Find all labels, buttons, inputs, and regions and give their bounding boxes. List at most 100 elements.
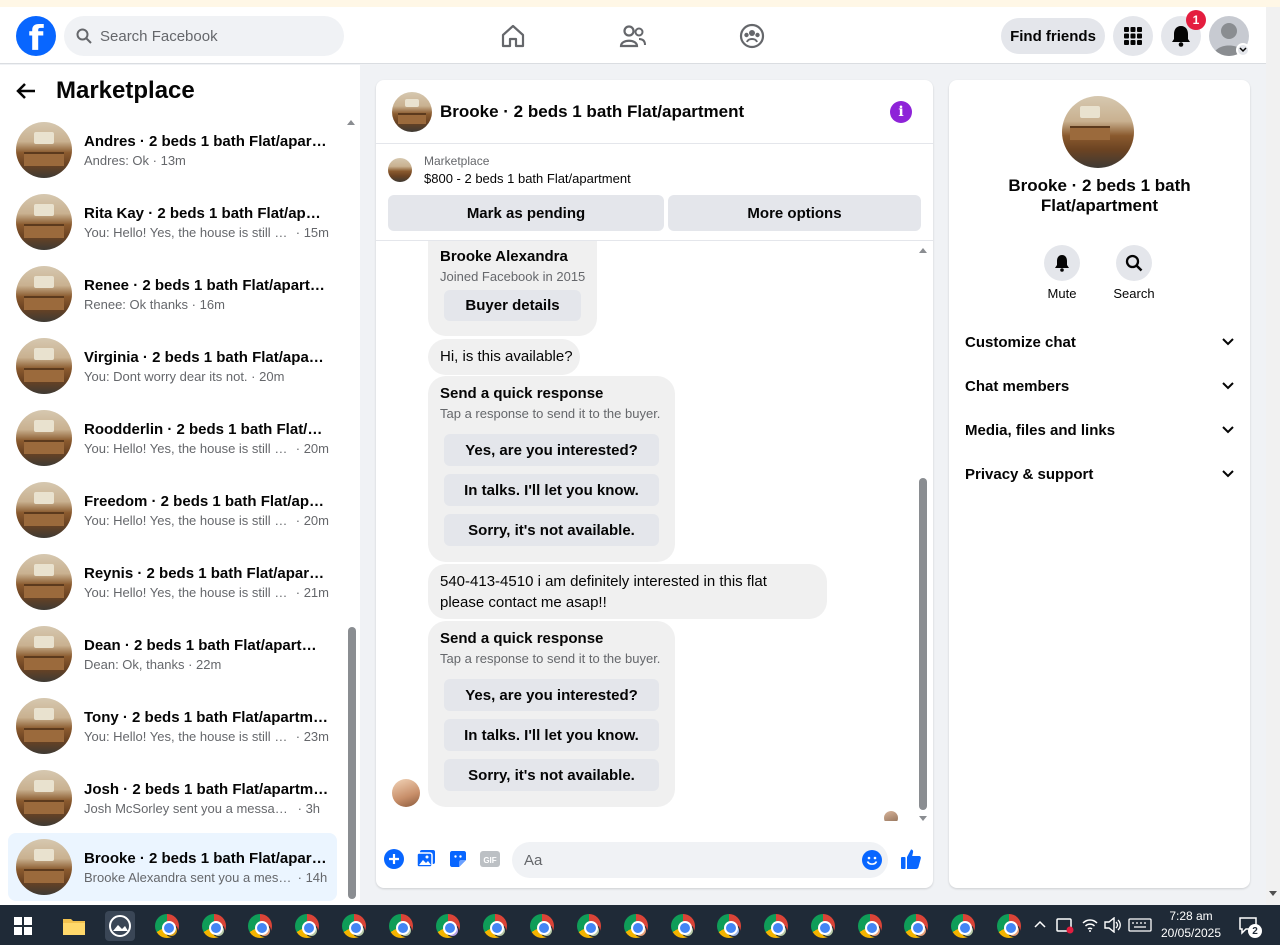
conversation-item[interactable]: Roodderlin · 2 beds 1 bath Flat/apartmen… xyxy=(8,404,337,472)
home-icon[interactable] xyxy=(493,19,533,53)
buyer-details-button[interactable]: Buyer details xyxy=(444,290,581,321)
page-scrollbar[interactable] xyxy=(1266,7,1280,905)
chrome-icon[interactable] xyxy=(994,911,1024,941)
chrome-icon[interactable] xyxy=(808,911,838,941)
conversation-item-active[interactable]: Brooke · 2 beds 1 bath Flat/apartment Bro… xyxy=(8,833,337,901)
chat-title[interactable]: Brooke · 2 beds 1 bath Flat/apartment xyxy=(440,102,744,122)
conversation-item[interactable]: Tony · 2 beds 1 bath Flat/apartment You: … xyxy=(8,692,337,760)
facebook-logo[interactable]: f xyxy=(16,16,56,56)
chrome-icon[interactable] xyxy=(901,911,931,941)
plus-circle-icon[interactable] xyxy=(383,848,405,870)
listing-mini-thumbnail xyxy=(388,158,412,182)
quick-reply-not-available[interactable]: Sorry, it's not available. xyxy=(444,514,659,546)
conversation-item[interactable]: Andres · 2 beds 1 bath Flat/apartment And… xyxy=(8,116,337,184)
chrome-icon[interactable] xyxy=(199,911,229,941)
account-chevron-icon[interactable] xyxy=(1236,43,1250,57)
chat-members-section[interactable]: Chat members xyxy=(965,374,1234,398)
quick-reply-in-talks[interactable]: In talks. I'll let you know. xyxy=(444,719,659,751)
chrome-icon[interactable] xyxy=(386,911,416,941)
mute-button[interactable]: Mute xyxy=(1032,245,1092,301)
message-bubble: 540-413-4510 i am definitely interested … xyxy=(428,564,827,619)
search-box[interactable] xyxy=(64,16,344,56)
search-conversation-button[interactable]: Search xyxy=(1104,245,1164,301)
page-scroll-down-icon[interactable] xyxy=(1268,890,1278,898)
listing-summary[interactable]: Marketplace $800 - 2 beds 1 bath Flat/ap… xyxy=(388,154,631,186)
photos-app-icon[interactable] xyxy=(105,911,135,941)
chrome-icon[interactable] xyxy=(152,911,182,941)
conversation-item[interactable]: Josh · 2 beds 1 bath Flat/apartment Josh … xyxy=(8,764,337,832)
message-input[interactable] xyxy=(524,851,844,869)
conversation-name: Tony · 2 beds 1 bath Flat/apartment xyxy=(84,708,329,726)
message-input-wrapper[interactable] xyxy=(512,842,888,878)
details-listing-photo[interactable] xyxy=(1062,96,1134,168)
customize-chat-section[interactable]: Customize chat xyxy=(965,330,1234,354)
listing-thumbnail xyxy=(16,338,72,394)
back-arrow-icon[interactable] xyxy=(16,82,36,100)
file-explorer-icon[interactable] xyxy=(59,911,89,941)
message-scrollbar-thumb[interactable] xyxy=(919,478,927,810)
system-clock[interactable]: 7:28 am 20/05/2025 xyxy=(1158,908,1224,942)
quick-reply-not-available[interactable]: Sorry, it's not available. xyxy=(444,759,659,791)
conversation-snippet: You: Hello! Yes, the house is still avai… xyxy=(84,512,292,528)
chrome-icon[interactable] xyxy=(574,911,604,941)
chrome-icon[interactable] xyxy=(245,911,275,941)
chrome-icon[interactable] xyxy=(668,911,698,941)
groups-icon[interactable] xyxy=(732,19,772,53)
message-scroll-up-icon[interactable] xyxy=(918,246,928,254)
media-files-links-section[interactable]: Media, files and links xyxy=(965,418,1234,442)
sticker-icon[interactable] xyxy=(447,848,469,870)
chrome-icon[interactable] xyxy=(527,911,557,941)
conversation-item[interactable]: Virginia · 2 beds 1 bath Flat/apartment Y… xyxy=(8,332,337,400)
conversation-item[interactable]: Freedom · 2 beds 1 bath Flat/apartment Yo… xyxy=(8,476,337,544)
mark-pending-button[interactable]: Mark as pending xyxy=(388,195,664,231)
menu-grid-icon[interactable] xyxy=(1113,16,1153,56)
message-scroll-down-icon[interactable] xyxy=(918,815,928,823)
conversation-name: Renee · 2 beds 1 bath Flat/apartment xyxy=(84,276,329,294)
chat-panel: Brooke · 2 beds 1 bath Flat/apartment i … xyxy=(376,80,933,888)
conversation-time: 20m xyxy=(259,368,285,384)
conversation-snippet: You: Hello! Yes, the house is still avai… xyxy=(84,584,292,600)
conversation-item[interactable]: Rita Kay · 2 beds 1 bath Flat/apartment Y… xyxy=(8,188,337,256)
thumbs-up-icon[interactable] xyxy=(899,847,923,871)
emoji-icon[interactable] xyxy=(862,850,882,870)
action-center-count: 2 xyxy=(1248,924,1262,938)
chrome-icon[interactable] xyxy=(855,911,885,941)
quick-reply-interested[interactable]: Yes, are you interested? xyxy=(444,434,659,466)
privacy-support-section[interactable]: Privacy & support xyxy=(965,462,1234,486)
sidebar-scroll-up-icon[interactable] xyxy=(346,117,356,127)
chrome-icon[interactable] xyxy=(714,911,744,941)
conversation-item[interactable]: Reynis · 2 beds 1 bath Flat/apartment You… xyxy=(8,548,337,616)
info-icon[interactable]: i xyxy=(890,101,912,123)
chrome-icon[interactable] xyxy=(292,911,322,941)
friends-icon[interactable] xyxy=(613,19,653,53)
sidebar-scrollbar-thumb[interactable] xyxy=(348,627,356,899)
read-receipt-avatar xyxy=(884,811,898,821)
chrome-icon[interactable] xyxy=(339,911,369,941)
quick-reply-interested[interactable]: Yes, are you interested? xyxy=(444,679,659,711)
gif-icon[interactable]: GIF xyxy=(479,848,501,870)
find-friends-button[interactable]: Find friends xyxy=(1001,18,1105,54)
keyboard-icon[interactable] xyxy=(1128,918,1152,932)
tray-chevron-up-icon[interactable] xyxy=(1034,920,1046,928)
chat-listing-thumbnail[interactable] xyxy=(392,91,432,132)
chrome-icon[interactable] xyxy=(433,911,463,941)
search-input[interactable] xyxy=(100,27,320,45)
chrome-icon[interactable] xyxy=(621,911,651,941)
message-list: Brooke Alexandra Joined Facebook in 2015… xyxy=(376,241,933,821)
chrome-icon[interactable] xyxy=(948,911,978,941)
chrome-icon[interactable] xyxy=(480,911,510,941)
quick-reply-in-talks[interactable]: In talks. I'll let you know. xyxy=(444,474,659,506)
conversation-item[interactable]: Dean · 2 beds 1 bath Flat/apartment Dean:… xyxy=(8,620,337,688)
more-options-button[interactable]: More options xyxy=(668,195,921,231)
clock-time: 7:28 am xyxy=(1169,909,1213,923)
wifi-icon[interactable] xyxy=(1082,917,1098,933)
photo-icon[interactable] xyxy=(415,848,437,870)
security-tray-icon[interactable] xyxy=(1056,916,1074,934)
windows-start-icon[interactable] xyxy=(14,917,32,935)
chrome-icon[interactable] xyxy=(761,911,791,941)
conversation-item[interactable]: Renee · 2 beds 1 bath Flat/apartment Rene… xyxy=(8,260,337,328)
clock-date: 20/05/2025 xyxy=(1160,926,1222,940)
volume-icon[interactable] xyxy=(1104,917,1122,933)
listing-label: Marketplace xyxy=(424,154,490,168)
buyer-avatar[interactable] xyxy=(392,779,420,807)
